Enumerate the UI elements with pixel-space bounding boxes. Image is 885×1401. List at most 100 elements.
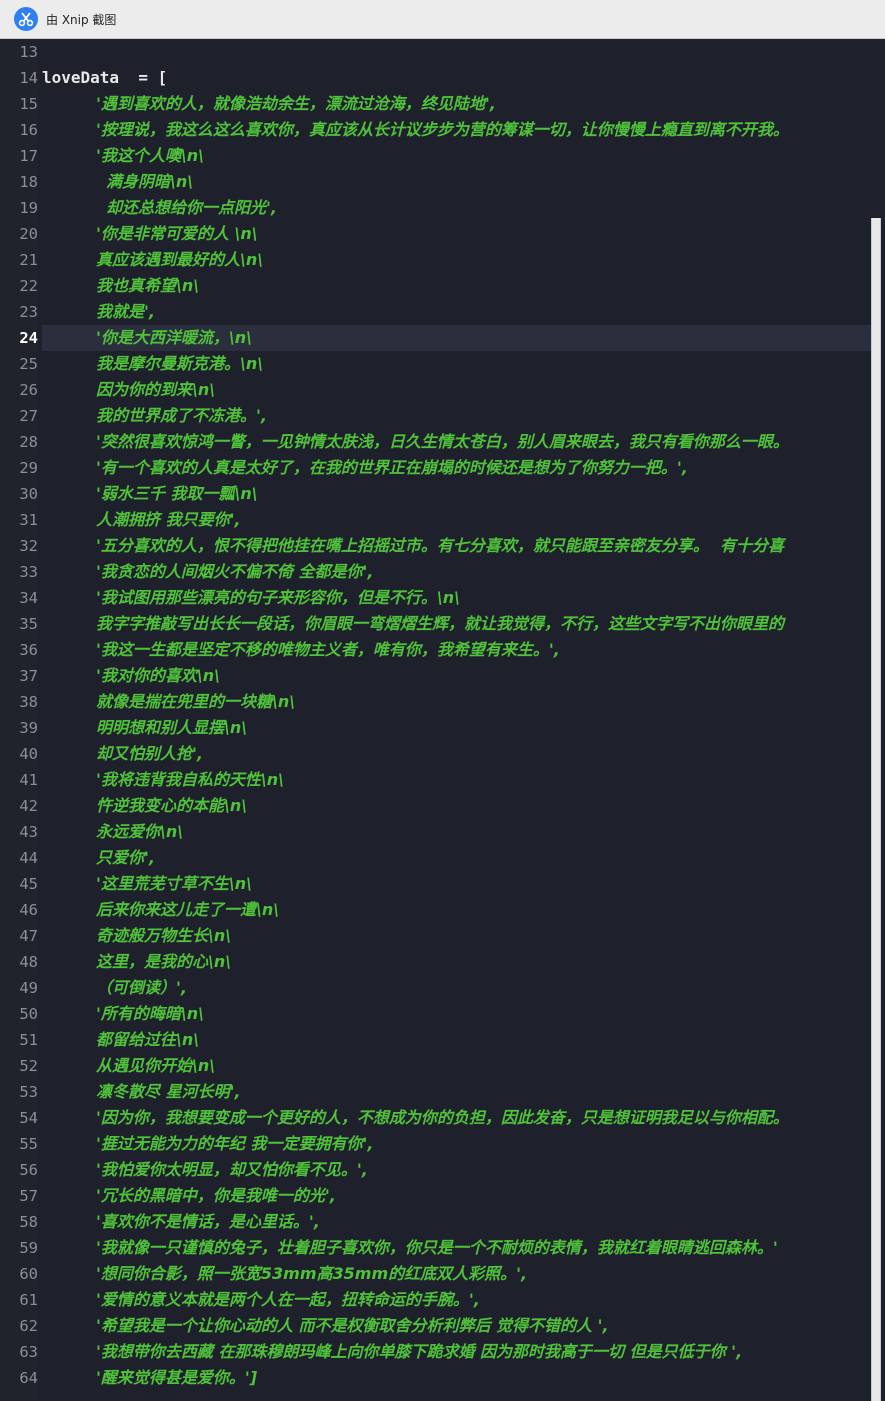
line-number: 63 [19, 1343, 38, 1361]
code-line[interactable]: 57 '冗长的黑暗中，你是我唯一的光', [0, 1183, 885, 1209]
line-number: 17 [19, 147, 38, 165]
string-literal: '冗长的黑暗中，你是我唯一的光', [96, 1186, 336, 1205]
code-line[interactable]: 23 我就是', [0, 299, 885, 325]
line-number: 33 [19, 563, 38, 581]
code-row: '我贪恋的人间烟火不偏不倚 全都是你', [42, 559, 871, 585]
line-number: 47 [19, 927, 38, 945]
code-line[interactable]: 26 因为你的到来\n\ [0, 377, 885, 403]
code-line[interactable]: 18 满身阴暗\n\ [0, 169, 885, 195]
code-line[interactable]: 39 明明想和别人显摆\n\ [0, 715, 885, 741]
line-number: 35 [19, 615, 38, 633]
code-line[interactable]: 43 永远爱你\n\ [0, 819, 885, 845]
code-row: 我就是', [42, 299, 871, 325]
line-number: 45 [19, 875, 38, 893]
code-line[interactable]: 50 '所有的晦暗\n\ [0, 1001, 885, 1027]
line-number: 25 [19, 355, 38, 373]
code-row: 后来你来这儿走了一遭\n\ [42, 897, 871, 923]
line-number: 37 [19, 667, 38, 685]
code-line[interactable]: 40 却又怕别人抢', [0, 741, 885, 767]
code-row: 奇迹般万物生长\n\ [42, 923, 871, 949]
code-row: '我将违背我自私的天性\n\ [42, 767, 871, 793]
code-line[interactable]: 27 我的世界成了不冻港。', [0, 403, 885, 429]
code-line[interactable]: 62 '希望我是一个让你心动的人 而不是权衡取舍分析利弊后 觉得不错的人 ', [0, 1313, 885, 1339]
code-line[interactable]: 61 '爱情的意义本就是两个人在一起，扭转命运的手腕。', [0, 1287, 885, 1313]
code-row: '喜欢你不是情话，是心里话。', [42, 1209, 871, 1235]
code-row: 就像是揣在兜里的一块糖\n\ [42, 689, 871, 715]
line-number: 53 [19, 1083, 38, 1101]
code-row: 凛冬散尽 星河长明', [42, 1079, 871, 1105]
code-line[interactable]: 56 '我怕爱你太明显，却又怕你看不见。', [0, 1157, 885, 1183]
code-line[interactable]: 37 '我对你的喜欢\n\ [0, 663, 885, 689]
code-line[interactable]: 33 '我贪恋的人间烟火不偏不倚 全都是你', [0, 559, 885, 585]
line-number: 61 [19, 1291, 38, 1309]
line-number: 14 [19, 69, 38, 87]
code-line[interactable]: 53 凛冬散尽 星河长明', [0, 1079, 885, 1105]
line-number: 23 [19, 303, 38, 321]
code-line[interactable]: 44 只爱你', [0, 845, 885, 871]
code-line[interactable]: 52 从遇见你开始\n\ [0, 1053, 885, 1079]
line-number: 41 [19, 771, 38, 789]
code-line[interactable]: 14 loveData = [ [0, 65, 885, 91]
code-line[interactable]: 30 '弱水三千 我取一瓢\n\ [0, 481, 885, 507]
string-literal: '想同你合影，照一张宽53mm高35mm的红底双人彩照。', [96, 1264, 528, 1283]
code-line[interactable]: 58 '喜欢你不是情话，是心里话。', [0, 1209, 885, 1235]
code-line[interactable]: 42 忤逆我变心的本能\n\ [0, 793, 885, 819]
code-line[interactable]: 45 '这里荒芜寸草不生\n\ [0, 871, 885, 897]
code-line[interactable]: 41 '我将违背我自私的天性\n\ [0, 767, 885, 793]
code-line[interactable]: 38 就像是揣在兜里的一块糖\n\ [0, 689, 885, 715]
code-row: 真应该遇到最好的人\n\ [42, 247, 871, 273]
code-line[interactable]: 35 我字字推敲写出长长一段话，你眉眼一弯熠熠生辉，就让我觉得，不行，这些文字写不… [0, 611, 885, 637]
code-line[interactable]: 20 '你是非常可爱的人 \n\ [0, 221, 885, 247]
line-number: 51 [19, 1031, 38, 1049]
line-number: 31 [19, 511, 38, 529]
string-literal: 这里，是我的心\n\ [96, 952, 232, 971]
code-row: '醒来觉得甚是爱你。'] [42, 1365, 871, 1391]
line-number: 42 [19, 797, 38, 815]
line-number: 60 [19, 1265, 38, 1283]
code-row: 忤逆我变心的本能\n\ [42, 793, 871, 819]
code-line[interactable]: 31 人潮拥挤 我只要你', [0, 507, 885, 533]
string-literal: '希望我是一个让你心动的人 而不是权衡取舍分析利弊后 觉得不错的人 ', [96, 1316, 609, 1335]
code-line[interactable]: 54 '因为你，我想要变成一个更好的人，不想成为你的负担，因此发奋，只是想证明我足… [0, 1105, 885, 1131]
line-number: 55 [19, 1135, 38, 1153]
code-row: '希望我是一个让你心动的人 而不是权衡取舍分析利弊后 觉得不错的人 ', [42, 1313, 871, 1339]
code-row: 却又怕别人抢', [42, 741, 871, 767]
code-row: 满身阴暗\n\ [42, 169, 871, 195]
string-literal: 真应该遇到最好的人\n\ [96, 250, 264, 269]
code-line[interactable]: 49 （可倒读）', [0, 975, 885, 1001]
line-number: 15 [19, 95, 38, 113]
code-line[interactable]: 63 '我想带你去西藏 在那珠穆朗玛峰上向你单膝下跪求婚 因为那时我高于一切 但是… [0, 1339, 885, 1365]
code-line[interactable]: 16 '按理说，我这么这么喜欢你，真应该从长计议步步为营的筹谋一切，让你慢慢上瘾直… [0, 117, 885, 143]
string-literal: 后来你来这儿走了一遭\n\ [96, 900, 280, 919]
code-line[interactable]: 55 '捱过无能为力的年纪 我一定要拥有你', [0, 1131, 885, 1157]
line-number: 28 [19, 433, 38, 451]
code-line[interactable]: 25 我是摩尔曼斯克港。\n\ [0, 351, 885, 377]
code-line[interactable]: 60 '想同你合影，照一张宽53mm高35mm的红底双人彩照。', [0, 1261, 885, 1287]
code-line[interactable]: 17 '我这个人噢\n\ [0, 143, 885, 169]
code-row: '所有的晦暗\n\ [42, 1001, 871, 1027]
code-line[interactable]: 32 '五分喜欢的人，恨不得把他挂在嘴上招摇过市。有七分喜欢，就只能跟至亲密友分享… [0, 533, 885, 559]
code-line[interactable]: 48 这里，是我的心\n\ [0, 949, 885, 975]
code-line[interactable]: 13 [0, 39, 885, 65]
string-literal: '这里荒芜寸草不生\n\ [96, 874, 252, 893]
code-line[interactable]: 47 奇迹般万物生长\n\ [0, 923, 885, 949]
line-number: 38 [19, 693, 38, 711]
string-literal: '按理说，我这么这么喜欢你，真应该从长计议步步为营的筹谋一切，让你慢慢上瘾直到离… [96, 120, 789, 139]
string-literal: 因为你的到来\n\ [96, 380, 216, 399]
code-line[interactable]: 34 '我试图用那些漂亮的句子来形容你，但是不行。\n\ [0, 585, 885, 611]
code-line[interactable]: 29 '有一个喜欢的人真是太好了，在我的世界正在崩塌的时候还是想为了你努力一把。'… [0, 455, 885, 481]
code-line[interactable]: 64 '醒来觉得甚是爱你。'] [0, 1365, 885, 1391]
code-line[interactable]: 28 '突然很喜欢惊鸿一瞥，一见钟情太肤浅，日久生情太苍白，别人眉来眼去，我只有看… [0, 429, 885, 455]
code-line[interactable]: 51 都留给过往\n\ [0, 1027, 885, 1053]
code-line[interactable]: 46 后来你来这儿走了一遭\n\ [0, 897, 885, 923]
code-line[interactable]: 15 '遇到喜欢的人，就像浩劫余生，漂流过沧海，终见陆地', [0, 91, 885, 117]
code-line[interactable]: 59 '我就像一只谨慎的兔子，壮着胆子喜欢你，你只是一个不耐烦的表情，我就红着眼睛… [0, 1235, 885, 1261]
code-line[interactable]: 36 '我这一生都是坚定不移的唯物主义者，唯有你，我希望有来生。', [0, 637, 885, 663]
code-line[interactable]: 22 我也真希望\n\ [0, 273, 885, 299]
code-row: 却还总想给你一点阳光', [42, 195, 871, 221]
line-number: 19 [19, 199, 38, 217]
code-line[interactable]: 19 却还总想给你一点阳光', [0, 195, 885, 221]
code-line[interactable]: 24 '你是大西洋暖流，\n\ [0, 325, 885, 351]
code-line[interactable]: 21 真应该遇到最好的人\n\ [0, 247, 885, 273]
code-row: '因为你，我想要变成一个更好的人，不想成为你的负担，因此发奋，只是想证明我足以与… [42, 1105, 871, 1131]
